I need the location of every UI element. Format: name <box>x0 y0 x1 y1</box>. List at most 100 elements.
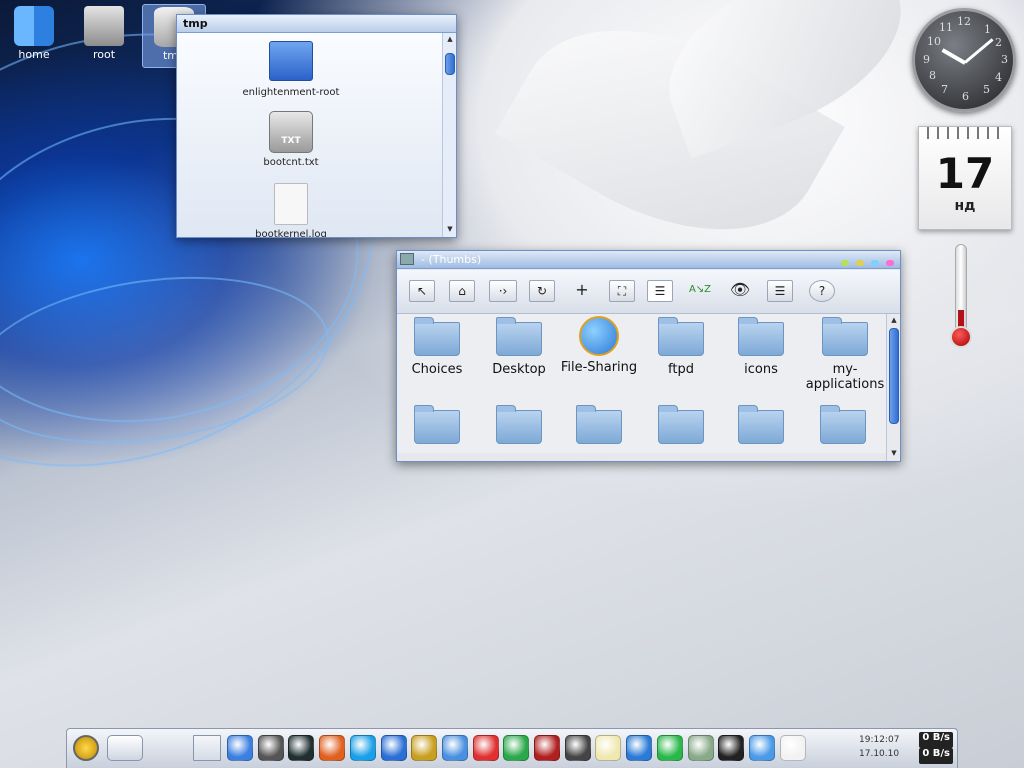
folder-item[interactable]: icons <box>721 314 801 377</box>
close-button[interactable] <box>886 260 894 266</box>
wallpaper-swirl <box>0 255 340 465</box>
sort-az-icon[interactable]: A↘Z <box>687 280 713 302</box>
folder-item[interactable] <box>479 402 559 450</box>
scroll-down-arrow[interactable]: ▼ <box>887 449 901 459</box>
window-titlebar[interactable]: tmp <box>177 15 456 33</box>
details-view-button[interactable]: ☰ <box>767 280 793 302</box>
window-title: tmp <box>183 17 208 30</box>
finder-icon[interactable] <box>227 735 253 761</box>
desktop-icon-home[interactable]: home <box>2 4 66 68</box>
folder-item[interactable]: Desktop <box>479 314 559 377</box>
window-list-button[interactable] <box>107 735 143 761</box>
tree-icon[interactable] <box>656 735 683 761</box>
help-button[interactable]: ? <box>809 280 835 302</box>
new-button[interactable]: + <box>569 280 595 302</box>
list-view-button[interactable]: ☰ <box>647 280 673 302</box>
file-icon <box>274 183 308 225</box>
eye-icon[interactable]: 👁 <box>727 280 753 302</box>
folder-icon <box>576 405 622 444</box>
scroll-up-arrow[interactable]: ▲ <box>887 316 901 326</box>
file-label: bootkernel.log <box>255 229 327 237</box>
folder-item[interactable] <box>803 402 883 450</box>
firefox-icon[interactable] <box>319 735 346 761</box>
speaker-icon[interactable] <box>718 735 745 761</box>
home-button[interactable]: ⌂ <box>449 280 475 302</box>
refresh-button[interactable]: ↻ <box>529 280 555 302</box>
folder-icon <box>658 317 704 356</box>
clock-numeral: 4 <box>995 71 1002 84</box>
net-download-rate: 0 B/s <box>919 748 953 764</box>
folder-icon <box>414 317 460 356</box>
film-icon[interactable] <box>534 735 560 761</box>
folder-item[interactable]: my-applications <box>803 314 886 392</box>
folder-item[interactable]: ftpd <box>641 314 721 377</box>
volume-icon[interactable] <box>779 735 806 761</box>
folder-item[interactable] <box>721 402 801 450</box>
desktop-icon-root[interactable]: root <box>72 4 136 68</box>
desktop-pager[interactable] <box>193 735 221 761</box>
folder-item[interactable] <box>559 402 639 450</box>
clock-numeral: 12 <box>957 15 971 28</box>
window-menu-icon[interactable] <box>400 253 414 265</box>
scroll-thumb[interactable] <box>889 328 899 424</box>
notes-icon[interactable] <box>595 735 622 761</box>
calendar-weekday: нд <box>954 198 976 214</box>
window-titlebar[interactable]: - (Thumbs) <box>397 251 900 269</box>
thermometer-widget[interactable] <box>950 244 972 352</box>
clock-numeral: 11 <box>939 21 953 34</box>
clock-numeral: 7 <box>941 83 948 96</box>
cd-icon[interactable] <box>472 735 499 761</box>
monitor-icon[interactable] <box>288 735 315 761</box>
clock-numeral: 2 <box>995 36 1002 49</box>
calendar-day: 17 <box>935 149 995 198</box>
file-item[interactable]: enlightenment-root <box>221 41 361 98</box>
folder-item[interactable]: Choices <box>397 314 477 377</box>
shade-button[interactable] <box>871 260 880 266</box>
calendar-widget[interactable]: 17 нд <box>918 126 1012 230</box>
vertical-scrollbar[interactable]: ▲ ▼ <box>886 314 900 461</box>
folder-label: Choices <box>411 362 463 377</box>
trash-icon[interactable] <box>687 735 714 761</box>
path-button[interactable]: ·› <box>489 280 517 302</box>
scroll-down-arrow[interactable]: ▼ <box>443 225 457 235</box>
text-file-icon: TXT <box>269 111 313 153</box>
camera-icon[interactable] <box>564 735 591 761</box>
taskbar-date: 17.10.10 <box>859 749 900 759</box>
thumbs-window[interactable]: - (Thumbs) ↖ ⌂ ·› ↻ + ⛶ ☰ A↘Z 👁 ☰ ? Choi… <box>396 250 901 462</box>
file-item[interactable]: bootkernel.log <box>221 183 361 237</box>
clock-numeral: 5 <box>983 83 990 96</box>
minimize-button[interactable] <box>841 260 850 266</box>
file-item[interactable]: TXT bootcnt.txt <box>221 111 361 168</box>
folder-item[interactable]: File-Sharing <box>559 314 639 375</box>
disk-icon[interactable] <box>257 735 284 761</box>
window-title: - (Thumbs) <box>421 253 482 266</box>
folder-icon <box>269 41 313 81</box>
vertical-scrollbar[interactable]: ▲ ▼ <box>442 33 456 237</box>
clock-numeral: 3 <box>1001 53 1008 66</box>
desktop-icon-label: root <box>92 48 116 61</box>
draw-icon[interactable] <box>748 735 775 761</box>
scroll-thumb[interactable] <box>445 53 455 75</box>
folder-item[interactable] <box>641 402 721 450</box>
tmp-window[interactable]: tmp enlightenment-root TXT bootcnt.txt b… <box>176 14 457 238</box>
analog-clock-widget[interactable]: 12 1 2 3 4 5 6 7 8 9 10 11 <box>912 8 1016 112</box>
folder-label: my-applications <box>805 362 885 392</box>
folder-label: ftpd <box>668 362 694 377</box>
folder-icon <box>738 317 784 356</box>
scroll-up-arrow[interactable]: ▲ <box>443 35 457 45</box>
skype-icon[interactable] <box>349 735 376 761</box>
maximize-button[interactable] <box>856 260 865 266</box>
folder-item[interactable] <box>397 402 477 450</box>
chrome-icon[interactable] <box>503 735 530 761</box>
start-menu-button[interactable] <box>73 735 99 761</box>
folder-icon <box>820 405 866 444</box>
clock-hour-hand <box>941 48 966 65</box>
music-icon[interactable] <box>380 735 407 761</box>
helmet-icon[interactable] <box>411 735 438 761</box>
chart-icon[interactable] <box>626 735 653 761</box>
network-icon[interactable] <box>441 735 468 761</box>
hard-drive-icon <box>84 6 124 46</box>
net-upload-rate: 0 B/s <box>919 732 953 748</box>
up-button[interactable]: ↖ <box>409 280 435 302</box>
fullscreen-button[interactable]: ⛶ <box>609 280 635 302</box>
